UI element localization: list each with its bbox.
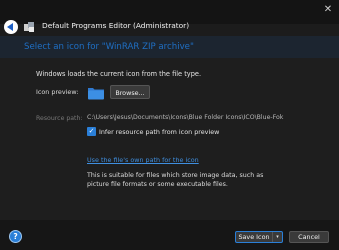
own-path-link[interactable]: Use the file's own path for the icon xyxy=(87,156,199,164)
save-icon-button[interactable]: Save Icon xyxy=(236,232,272,242)
content-area xyxy=(0,58,339,220)
infer-path-label[interactable]: Infer resource path from icon preview xyxy=(99,128,219,136)
save-icon-split-button: Save Icon ▾ xyxy=(235,231,283,243)
window-title: Default Programs Editor (Administrator) xyxy=(42,21,190,30)
folder-icon xyxy=(88,88,104,100)
app-icon xyxy=(24,22,34,32)
cancel-button[interactable]: Cancel xyxy=(289,231,329,243)
back-arrow-glyph xyxy=(7,23,13,31)
back-arrow-icon[interactable] xyxy=(4,20,18,34)
icon-preview-label: Icon preview: xyxy=(36,88,79,96)
section-heading: Select an icon for "WinRAR ZIP archive" xyxy=(24,42,194,52)
infer-path-checkbox[interactable]: ✓ xyxy=(87,127,96,136)
dialog-window: ✕ Default Programs Editor (Administrator… xyxy=(0,0,339,250)
checkmark-icon: ✓ xyxy=(88,127,95,135)
resource-path-label: Resource path: xyxy=(36,115,83,122)
own-path-info: This is suitable for files which store i… xyxy=(87,172,264,188)
resource-path-value[interactable]: C:\Users\Jesus\Documents\Icons\Blue Fold… xyxy=(87,114,285,121)
browse-button[interactable]: Browse... xyxy=(110,85,150,99)
chevron-down-icon[interactable]: ▾ xyxy=(272,232,282,242)
help-icon[interactable]: ? xyxy=(9,230,22,243)
close-icon[interactable]: ✕ xyxy=(321,3,335,17)
description-text: Windows loads the current icon from the … xyxy=(36,70,202,78)
